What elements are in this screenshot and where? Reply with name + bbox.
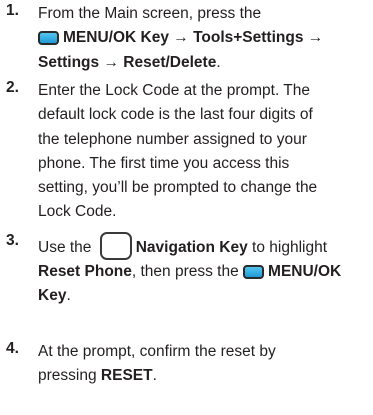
arrow-separator: →	[303, 29, 324, 47]
step-line: At the prompt, confirm the reset by	[38, 343, 276, 360]
step-line: Key.	[38, 284, 368, 308]
step-line: MENU/OK Key → Tools+Settings →	[38, 26, 368, 50]
reset-label: RESET	[100, 367, 153, 385]
step-text-segment: Use the	[38, 239, 96, 256]
step-number: 2.	[6, 79, 19, 96]
navigation-key-icon	[99, 232, 132, 260]
step-line: default lock code is the last four digit…	[38, 106, 313, 124]
menu-ok-key-icon	[243, 265, 265, 279]
step-text: From the Main screen, press the MENU/OK …	[38, 2, 368, 75]
step-number: 3.	[6, 232, 19, 249]
menu-ok-label: MENU/OK	[268, 263, 342, 280]
step-number: 4.	[6, 340, 19, 357]
step-line: Settings → Reset/Delete.	[38, 51, 368, 75]
period: .	[152, 367, 157, 385]
navigation-key-label: Navigation Key	[135, 239, 248, 256]
menu-ok-key-icon	[38, 31, 59, 46]
step-number: 1.	[6, 2, 19, 19]
menu-ok-key-label: MENU/OK Key	[63, 29, 169, 47]
arrow-separator: →	[99, 53, 124, 71]
step-line: Lock Code.	[38, 203, 117, 221]
instruction-list: 1. From the Main screen, press the MENU/…	[0, 0, 373, 415]
step-text-segment: , then press the	[131, 263, 244, 280]
tools-settings-label: Tools+Settings	[193, 29, 304, 47]
step-text-segment: to highlight	[247, 239, 327, 256]
step-text: Use the Navigation Key to highlight Rese…	[38, 232, 368, 309]
arrow-separator: →	[168, 29, 194, 47]
step-text: Enter the Lock Code at the prompt. The d…	[38, 79, 368, 225]
step-line: Reset Phone, then press the MENU/OK	[38, 260, 368, 284]
key-label: Key	[38, 287, 67, 305]
step-line: phone. The first time you access this	[38, 154, 290, 172]
step-text: At the prompt, confirm the reset by pres…	[38, 340, 368, 389]
step-line: Enter the Lock Code at the prompt. The	[38, 82, 310, 99]
step-text-segment: From the Main screen, press the	[38, 5, 262, 22]
reset-delete-label: Reset/Delete	[123, 53, 217, 71]
period: .	[216, 53, 221, 71]
step-line: pressing RESET.	[38, 364, 368, 388]
reset-phone-label: Reset Phone	[38, 263, 132, 280]
period: .	[66, 287, 71, 305]
step-line: Use the Navigation Key to highlight	[38, 232, 368, 260]
step-text-segment: pressing	[38, 367, 101, 385]
step-line: the telephone number assigned to your	[38, 130, 307, 148]
settings-label: Settings	[38, 53, 100, 71]
step-line: setting, you’ll be prompted to change th…	[38, 179, 318, 197]
step-line: From the Main screen, press the	[38, 2, 368, 26]
